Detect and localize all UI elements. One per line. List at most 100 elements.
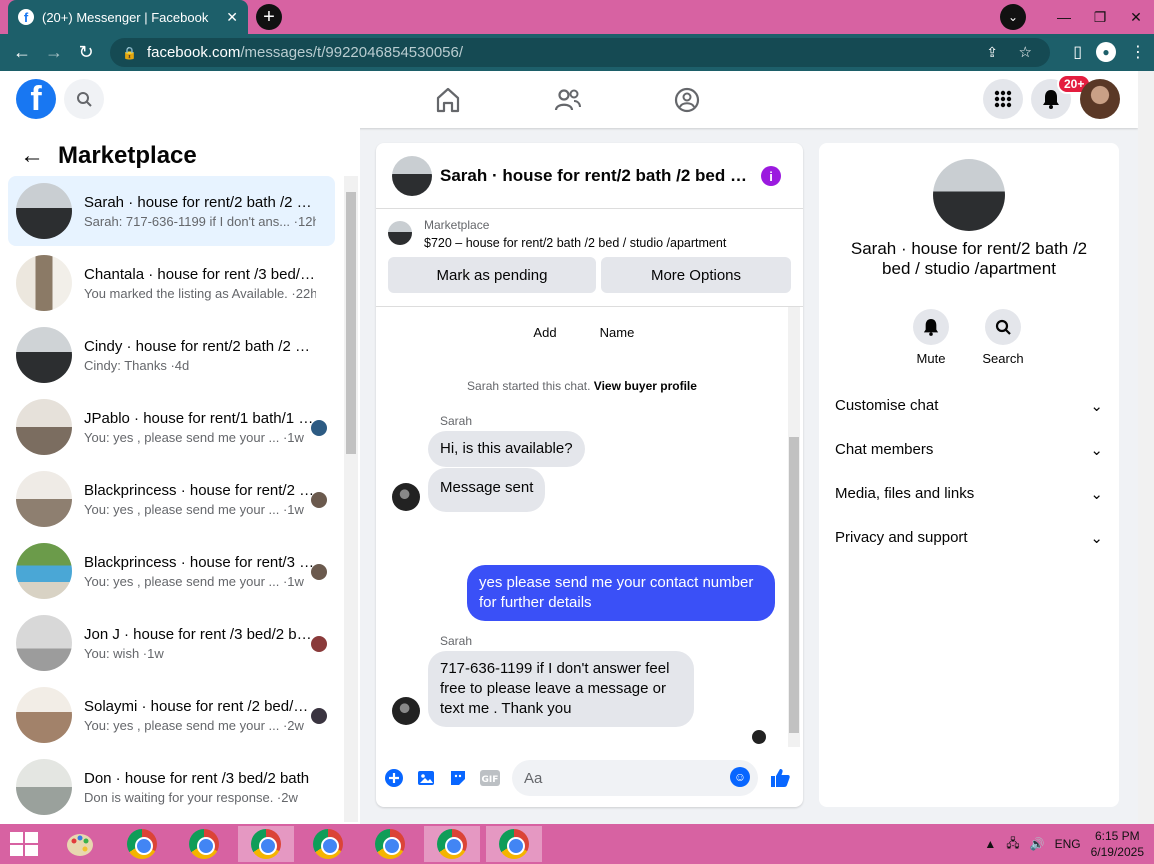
mute-action[interactable]: Mute [901, 309, 961, 366]
home-icon[interactable] [433, 85, 463, 115]
conversation-item[interactable]: Jon J · house for rent /3 bed/2 bath You:… [8, 608, 335, 678]
paint-app-icon[interactable] [52, 826, 108, 862]
close-window-icon[interactable]: ✕ [1118, 9, 1154, 26]
new-tab-button[interactable]: + [256, 4, 282, 30]
conversation-name: Solaymi · house for rent /2 bed/1 bath [84, 697, 316, 715]
conversation-item[interactable]: Chantala · house for rent /3 bed/2 bath Y… [8, 248, 335, 318]
more-options-button[interactable]: More Options [601, 257, 791, 293]
windows-start-icon[interactable] [10, 832, 38, 856]
mark-as-pending-button[interactable]: Mark as pending [388, 257, 596, 293]
forward-arrow-icon[interactable]: → [38, 42, 70, 63]
language-indicator[interactable]: ENG [1055, 837, 1081, 851]
chrome-profile-icon[interactable]: ● [1096, 42, 1116, 62]
chat-details-avatar[interactable] [933, 159, 1005, 231]
groups-icon[interactable] [672, 85, 702, 115]
reload-icon[interactable]: ↻ [70, 42, 102, 63]
emoji-icon[interactable]: ☺ [730, 767, 750, 787]
conversation-item[interactable]: Blackprincess · house for rent/2 bath You… [8, 464, 335, 534]
conversation-preview: Cindy: Thanks ·4d [84, 357, 190, 373]
attach-image-icon[interactable] [415, 767, 437, 789]
chrome-window-icon[interactable] [114, 826, 170, 862]
tab-search-chevron-icon[interactable]: ⌄ [1000, 4, 1026, 30]
conversation-preview: Sarah: 717-636-1199 if I don't ans... ·1… [84, 213, 316, 229]
show-hidden-icons-icon[interactable]: ▲ [984, 837, 996, 851]
bell-icon[interactable] [913, 309, 949, 345]
close-tab-icon[interactable]: ✕ [226, 9, 238, 26]
conversation-item[interactable]: Blackprincess · house for rent/3 bed You:… [8, 536, 335, 606]
quick-name-label[interactable]: Name [587, 325, 647, 340]
message-bubble[interactable]: 717-636-1199 if I don't answer feel free… [428, 651, 694, 727]
back-arrow-icon[interactable]: ← [6, 42, 38, 63]
conversation-item[interactable]: Solaymi · house for rent /2 bed/1 bath Yo… [8, 680, 335, 750]
row-label: Media, files and links [835, 485, 975, 502]
chrome-window-icon[interactable] [176, 826, 232, 862]
url-bar[interactable]: 🔒 facebook.com/messages/t/99220468545300… [110, 38, 1050, 67]
conversation-name: Blackprincess · house for rent/3 bed [84, 553, 316, 571]
chrome-window-icon[interactable] [362, 826, 418, 862]
sender-avatar[interactable] [392, 697, 420, 725]
account-avatar[interactable] [1080, 79, 1120, 119]
search-icon[interactable] [64, 79, 104, 119]
sender-avatar[interactable] [392, 483, 420, 511]
conversation-preview: You: yes , please send me your ... ·1w [84, 429, 304, 445]
minimize-icon[interactable]: — [1046, 9, 1082, 25]
view-buyer-profile-link[interactable]: View buyer profile [594, 379, 697, 393]
listing-thumbnail [16, 183, 72, 239]
conversation-item[interactable]: Sarah · house for rent/2 bath /2 bed / s… [8, 176, 335, 246]
chrome-window-icon[interactable] [486, 826, 542, 862]
thumbs-up-icon[interactable] [769, 767, 791, 789]
message-bubble[interactable]: Message sent [428, 468, 546, 512]
plus-actions-icon[interactable] [383, 767, 405, 789]
quick-add-label[interactable]: Add [515, 325, 575, 340]
conversation-item[interactable]: Cindy · house for rent/2 bath /2 bed Cind… [8, 320, 335, 390]
message-input[interactable]: Aa [512, 760, 758, 796]
listing-thumbnail[interactable] [388, 221, 412, 245]
info-icon[interactable]: i [761, 166, 781, 186]
conversation-name: Chantala · house for rent /3 bed/2 bath [84, 265, 316, 283]
conversation-item[interactable]: JPablo · house for rent/1 bath/1 bed You:… [8, 392, 335, 462]
browser-tab[interactable]: f (20+) Messenger | Facebook ✕ [8, 0, 248, 34]
listing-thumbnail [16, 255, 72, 311]
chat-avatar[interactable] [392, 155, 432, 196]
clock[interactable]: 6:15 PM 6/19/2025 [1091, 828, 1144, 860]
conversation-item[interactable]: Don · house for rent /3 bed/2 bath Don is… [8, 752, 335, 822]
thread-scrollbar[interactable] [788, 307, 800, 747]
chat-list-scrollbar[interactable] [344, 176, 358, 822]
scrollbar-thumb[interactable] [346, 192, 356, 454]
chat-members-row[interactable]: Chat members ⌄ [835, 441, 1103, 459]
privacy-support-row[interactable]: Privacy and support ⌄ [835, 529, 1103, 547]
scrollbar-thumb[interactable] [789, 437, 799, 733]
marketplace-listing-bar: Marketplace $720 – house for rent/2 bath… [376, 209, 803, 307]
sticker-icon[interactable] [447, 767, 469, 789]
menu-grid-icon[interactable] [983, 79, 1023, 119]
gif-icon[interactable]: GIF [479, 767, 501, 789]
chat-header: Sarah · house for rent/2 bath /2 bed / s… [376, 143, 803, 209]
message-bubble[interactable]: Hi, is this available? [428, 431, 585, 467]
volume-icon[interactable]: 🔊 [1030, 837, 1045, 851]
my-message-bubble[interactable]: yes please send me your contact number f… [467, 565, 775, 621]
friends-icon[interactable] [553, 85, 583, 115]
page-scrollbar[interactable] [1138, 71, 1154, 824]
chrome-window-icon[interactable] [300, 826, 356, 862]
search-action[interactable]: Search [973, 309, 1033, 366]
media-files-links-row[interactable]: Media, files and links ⌄ [835, 485, 1103, 503]
customise-chat-row[interactable]: Customise chat ⌄ [835, 397, 1103, 415]
listing-title[interactable]: $720 – house for rent/2 bath /2 bed / st… [424, 236, 726, 250]
chat-list-header: ← Marketplace [20, 142, 197, 170]
chrome-menu-icon[interactable]: ⋮ [1130, 42, 1146, 62]
back-arrow-icon[interactable]: ← [20, 142, 44, 170]
chrome-window-icon[interactable] [238, 826, 294, 862]
clock-time: 6:15 PM [1094, 829, 1140, 843]
chat-title[interactable]: Sarah · house for rent/2 bath /2 bed / s… [440, 166, 750, 186]
row-label: Privacy and support [835, 529, 968, 546]
conversation-preview: You: yes , please send me your ... ·2w [84, 717, 304, 733]
share-icon[interactable]: ⇪ [986, 44, 998, 61]
restore-icon[interactable]: ❐ [1082, 9, 1118, 26]
facebook-logo-icon[interactable]: f [16, 79, 56, 119]
search-icon[interactable] [985, 309, 1021, 345]
chrome-window-icon[interactable] [424, 826, 480, 862]
bookmark-star-icon[interactable]: ☆ [1019, 43, 1032, 61]
side-panel-icon[interactable]: ▯ [1073, 42, 1082, 62]
network-icon[interactable]: 🖧 [1006, 834, 1019, 855]
mute-label: Mute [916, 351, 946, 366]
